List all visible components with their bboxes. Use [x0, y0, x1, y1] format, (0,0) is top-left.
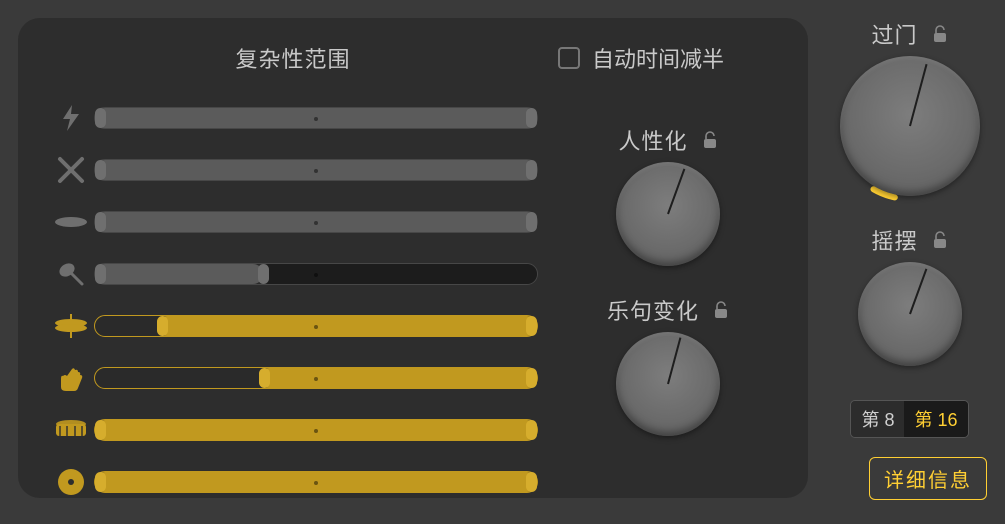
- phrase-variation-knob[interactable]: [616, 332, 720, 436]
- range-handle-low[interactable]: [259, 368, 270, 388]
- complexity-slider-clap: [48, 358, 538, 398]
- complexity-slider-shaker: [48, 254, 538, 294]
- kick-icon: [48, 466, 94, 498]
- range-handle-low[interactable]: [95, 108, 106, 128]
- range-handle-low[interactable]: [95, 160, 106, 180]
- swing-label: 摇摆: [871, 224, 917, 256]
- auto-half-time-label: 自动时间减半: [592, 42, 724, 74]
- range-handle-high[interactable]: [526, 472, 537, 492]
- cymbal-icon: [48, 214, 94, 230]
- complexity-range-hihat[interactable]: [94, 315, 538, 337]
- main-panel: 复杂性范围 自动时间减半 人性化 乐句变化: [18, 18, 808, 498]
- range-handle-low[interactable]: [157, 316, 168, 336]
- fills-knob[interactable]: [840, 56, 980, 196]
- lock-open-icon[interactable]: [713, 301, 729, 319]
- lock-open-icon[interactable]: [932, 25, 948, 43]
- range-handle-high[interactable]: [526, 108, 537, 128]
- lock-open-icon[interactable]: [932, 231, 948, 249]
- complexity-slider-cymbal: [48, 202, 538, 242]
- complexity-slider-sticks: [48, 150, 538, 190]
- complexity-range-lightning[interactable]: [94, 107, 538, 129]
- complexity-slider-lightning: [48, 98, 538, 138]
- swing-8th-button[interactable]: 第 8: [851, 401, 904, 437]
- complexity-slider-hihat: [48, 306, 538, 346]
- hihat-icon: [48, 314, 94, 338]
- complexity-range-snare[interactable]: [94, 419, 538, 441]
- clap-icon: [48, 364, 94, 392]
- range-handle-high[interactable]: [526, 212, 537, 232]
- humanize-label: 人性化: [618, 124, 687, 156]
- range-handle-high[interactable]: [526, 368, 537, 388]
- sticks-icon: [48, 155, 94, 185]
- shaker-icon: [48, 259, 94, 289]
- range-handle-high[interactable]: [526, 420, 537, 440]
- lightning-icon: [48, 103, 94, 133]
- swing-resolution-segmented: 第 8 第 16: [850, 400, 968, 438]
- complexity-range-kick[interactable]: [94, 471, 538, 493]
- details-button[interactable]: 详细信息: [869, 457, 987, 500]
- snare-icon: [48, 419, 94, 441]
- range-handle-low[interactable]: [95, 472, 106, 492]
- swing-knob[interactable]: [858, 262, 962, 366]
- range-handle-low[interactable]: [95, 420, 106, 440]
- complexity-slider-snare: [48, 410, 538, 450]
- phrase-variation-label: 乐句变化: [607, 294, 699, 326]
- complexity-range-sticks[interactable]: [94, 159, 538, 181]
- range-handle-high[interactable]: [526, 316, 537, 336]
- range-handle-low[interactable]: [95, 212, 106, 232]
- range-handle-high[interactable]: [526, 160, 537, 180]
- swing-16th-button[interactable]: 第 16: [904, 401, 967, 437]
- complexity-range-clap[interactable]: [94, 367, 538, 389]
- fills-label: 过门: [871, 18, 917, 50]
- auto-half-time-row[interactable]: 自动时间减半: [558, 42, 778, 74]
- humanize-knob[interactable]: [616, 162, 720, 266]
- complexity-title: 复杂性范围: [48, 42, 538, 74]
- complexity-range-cymbal[interactable]: [94, 211, 538, 233]
- range-handle-high[interactable]: [258, 264, 269, 284]
- complexity-slider-kick: [48, 462, 538, 502]
- complexity-range-shaker[interactable]: [94, 263, 538, 285]
- range-handle-low[interactable]: [95, 264, 106, 284]
- auto-half-time-checkbox[interactable]: [558, 47, 580, 69]
- lock-open-icon[interactable]: [702, 131, 718, 149]
